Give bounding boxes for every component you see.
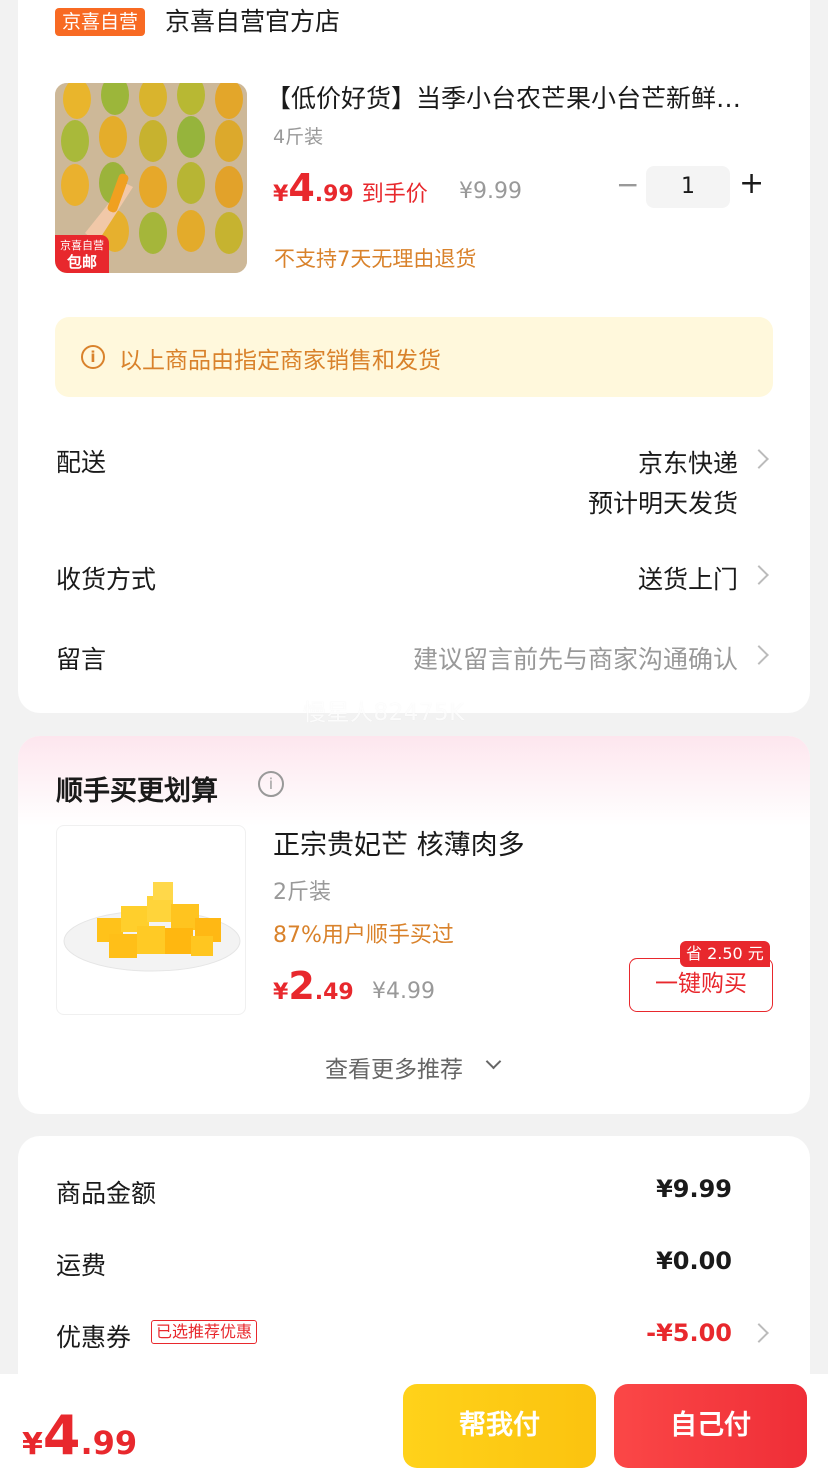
store-name[interactable]: 京喜自营官方店 — [165, 7, 340, 37]
return-policy-note: 不支持7天无理由退货 — [274, 247, 477, 271]
recommend-social-proof: 87%用户顺手买过 — [273, 923, 454, 948]
receive-method-label: 收货方式 — [56, 565, 157, 594]
chevron-right-icon[interactable] — [749, 449, 769, 469]
save-badge: 省 2.50 元 — [680, 941, 770, 967]
delivery-label: 配送 — [56, 448, 107, 477]
chevron-right-icon[interactable] — [749, 645, 769, 665]
mango-cubes-icon — [63, 882, 241, 972]
delivery-carrier[interactable]: 京东快递 — [638, 444, 738, 480]
message-label: 留言 — [56, 645, 107, 674]
free-shipping-tag: 京喜自营 包邮 — [55, 235, 109, 273]
info-icon[interactable]: i — [258, 771, 284, 797]
watermark: 慢星人82475K — [303, 700, 465, 726]
store-badge: 京喜自营 — [55, 8, 146, 36]
price-integer: 2 — [288, 964, 315, 1008]
product-spec[interactable]: 4斤装 — [273, 122, 323, 149]
total-decimal: .99 — [80, 1424, 138, 1462]
product-price: ¥4.99 到手价 — [273, 166, 428, 210]
pay-myself-button[interactable]: 自己付 — [614, 1384, 807, 1468]
checkout-bar: ¥4.99 帮我付 自己付 — [0, 1374, 828, 1481]
goods-amount-label: 商品金额 — [56, 1179, 157, 1208]
image-tag-bottom: 包邮 — [66, 253, 97, 271]
receive-method-value[interactable]: 送货上门 — [638, 560, 738, 596]
coupon-label: 优惠券 — [56, 1323, 132, 1352]
image-tag-top: 京喜自营 — [60, 239, 104, 252]
price-decimal: .99 — [314, 182, 354, 207]
message-input[interactable]: 建议留言前先与商家沟通确认 — [413, 640, 738, 676]
shipping-label: 运费 — [56, 1251, 107, 1280]
order-card: 京喜自营 京喜自营官方店 京喜自营 包邮 【低价好货】当季小台农芒果小台芒新鲜…… — [18, 0, 810, 713]
recommend-title: 顺手买更划算 — [56, 776, 218, 807]
chevron-right-icon[interactable] — [749, 1323, 769, 1343]
chevron-down-icon[interactable] — [485, 1053, 502, 1070]
coupon-value[interactable]: -¥5.00 — [646, 1319, 732, 1347]
recommend-product-image[interactable] — [56, 825, 246, 1015]
delivery-eta: 预计明天发货 — [587, 489, 738, 518]
recommend-original-price: ¥4.99 — [372, 979, 435, 1004]
quantity-minus-button[interactable]: − — [616, 170, 639, 200]
quantity-plus-button[interactable]: + — [739, 168, 764, 200]
total-currency: ¥ — [22, 1427, 43, 1462]
product-image[interactable]: 京喜自营 包邮 — [55, 83, 247, 273]
recommend-product-name[interactable]: 正宗贵妃芒 核薄肉多 — [273, 823, 525, 862]
chevron-right-icon[interactable] — [749, 565, 769, 585]
recommend-product-spec: 2斤装 — [273, 880, 331, 905]
coupon-tag: 已选推荐优惠 — [151, 1320, 258, 1344]
price-decimal: .49 — [314, 980, 354, 1005]
price-currency: ¥ — [273, 980, 289, 1005]
help-me-pay-button[interactable]: 帮我付 — [403, 1384, 596, 1468]
total-price: ¥4.99 — [22, 1404, 137, 1467]
info-icon: i — [81, 345, 105, 369]
price-label: 到手价 — [361, 182, 428, 207]
recommend-price: ¥2.49 — [273, 964, 354, 1008]
original-price: ¥9.99 — [459, 179, 522, 204]
price-currency: ¥ — [273, 182, 289, 207]
shipping-value: ¥0.00 — [656, 1247, 732, 1275]
recommend-card: 顺手买更划算 i 正宗贵妃芒 核薄肉多 2斤装 87%用户顺手买过 ¥2.49 … — [18, 736, 810, 1114]
seller-notice: i 以上商品由指定商家销售和发货 — [55, 317, 773, 397]
price-integer: 4 — [288, 166, 315, 210]
quantity-field[interactable]: 1 — [646, 166, 730, 208]
notice-text: 以上商品由指定商家销售和发货 — [119, 348, 441, 374]
goods-amount-value: ¥9.99 — [656, 1175, 732, 1203]
total-integer: 4 — [42, 1404, 81, 1467]
product-title[interactable]: 【低价好货】当季小台农芒果小台芒新鲜… — [266, 83, 776, 115]
more-recommendations-link[interactable]: 查看更多推荐 — [325, 1050, 463, 1084]
